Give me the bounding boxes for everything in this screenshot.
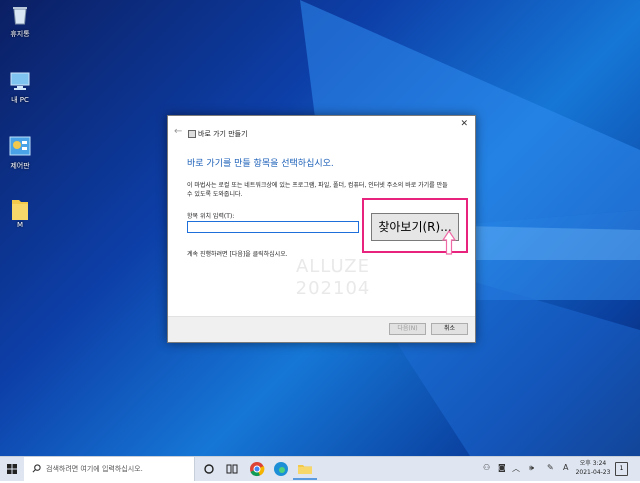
next-button[interactable]: 다음(N) bbox=[389, 323, 426, 335]
location-field-label: 항목 위치 입력(T): bbox=[187, 213, 235, 220]
windows-logo-icon bbox=[7, 464, 17, 474]
notification-icon[interactable]: 1 bbox=[615, 462, 628, 476]
dialog-title: 바로 가기 만들기 bbox=[198, 130, 248, 138]
shortcut-wizard-icon bbox=[188, 130, 196, 138]
speaker-icon[interactable]: 🕪 bbox=[529, 463, 534, 473]
chrome-icon[interactable] bbox=[249, 461, 265, 477]
clock-date: 2021-04-23 bbox=[575, 469, 611, 476]
chevron-up-icon[interactable]: ︿ bbox=[512, 463, 520, 474]
desktop-icon-folder-m[interactable]: M bbox=[2, 196, 38, 229]
ime-indicator[interactable]: A bbox=[563, 463, 568, 472]
back-arrow-icon[interactable]: ← bbox=[174, 127, 182, 137]
network-icon[interactable]: ◙ bbox=[498, 463, 506, 472]
task-view-icon[interactable] bbox=[224, 461, 240, 477]
pen-icon[interactable]: ✎ bbox=[547, 463, 554, 472]
start-button[interactable] bbox=[0, 457, 24, 481]
search-icon bbox=[32, 464, 41, 473]
taskbar-clock[interactable]: 오후 3:24 2021-04-23 bbox=[575, 459, 611, 477]
people-icon[interactable]: ⚇ bbox=[483, 463, 490, 472]
taskbar: 검색하려면 여기에 입력하십시오. ⚇ ◙ ︿ 🕪 ✎ A 오후 3:24 20… bbox=[0, 456, 640, 481]
dialog-description: 이 마법사는 로컬 또는 네트워크상에 있는 프로그램, 파일, 폴더, 컴퓨터… bbox=[187, 182, 448, 198]
cortana-icon[interactable] bbox=[201, 461, 217, 477]
cancel-button[interactable]: 취소 bbox=[431, 323, 468, 335]
taskbar-search-box[interactable]: 검색하려면 여기에 입력하십시오. bbox=[24, 457, 195, 481]
desktop-icon-control-panel[interactable]: 제어판 bbox=[2, 136, 38, 171]
control-panel-icon bbox=[9, 136, 31, 158]
this-pc-icon bbox=[9, 70, 31, 92]
watermark: ALLUZE 202104 bbox=[295, 256, 371, 299]
edge-icon[interactable] bbox=[273, 461, 289, 477]
recycle-bin-icon bbox=[9, 4, 31, 26]
file-explorer-icon[interactable] bbox=[297, 461, 313, 477]
dialog-title-bar: ← 바로 가기 만들기 ✕ bbox=[168, 116, 475, 140]
dialog-heading: 바로 가기를 만들 항목을 선택하십시오. bbox=[187, 159, 334, 169]
close-icon[interactable]: ✕ bbox=[460, 119, 468, 129]
desktop-icon-recycle-bin[interactable]: 휴지통 bbox=[2, 4, 38, 39]
search-placeholder: 검색하려면 여기에 입력하십시오. bbox=[46, 465, 143, 473]
desktop-icon-this-pc[interactable]: 내 PC bbox=[2, 70, 38, 105]
location-input[interactable] bbox=[187, 221, 359, 233]
pointer-cursor-icon bbox=[441, 230, 457, 255]
folder-icon bbox=[9, 196, 31, 220]
clock-time: 오후 3:24 bbox=[579, 460, 607, 467]
dialog-footer: 다음(N) 취소 bbox=[168, 316, 475, 342]
